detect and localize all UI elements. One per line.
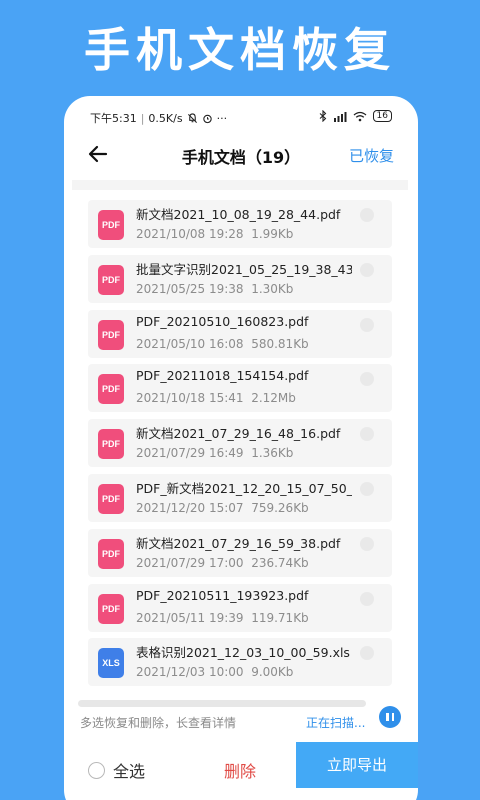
battery-icon: 16	[372, 110, 392, 122]
file-name: PDF_20211018_154154.pdf	[136, 368, 309, 384]
file-meta: 2021/05/11 19:39 119.71Kb	[136, 611, 309, 625]
network-speed: 0.5K/s	[148, 111, 183, 125]
select-radio[interactable]	[360, 481, 374, 496]
pdf-file-icon: PDF	[98, 264, 124, 295]
wifi-icon	[353, 111, 366, 121]
file-size: 236.74Kb	[251, 555, 309, 570]
banner-title: 手机文档恢复	[84, 23, 396, 77]
file-date: 2021/05/25 19:38	[136, 281, 244, 296]
scanning-status: 正在扫描...	[306, 716, 366, 730]
export-button[interactable]: 立即导出	[296, 742, 418, 788]
file-name: 新文档2021_07_29_16_48_16.pdf	[136, 426, 341, 442]
file-meta: 2021/05/25 19:38 1.30Kb	[136, 282, 293, 296]
app-bar: 手机文档（19） 已恢复	[64, 136, 418, 174]
more-dots-icon: ···	[216, 111, 228, 125]
select-radio[interactable]	[360, 591, 374, 606]
pdf-file-icon: PDF	[98, 538, 124, 569]
file-date: 2021/05/10 16:08	[136, 336, 244, 351]
file-row[interactable]: PDF PDF_20210511_193923.pdf 2021/05/11 1…	[88, 583, 392, 632]
file-meta: 2021/10/08 19:28 1.99Kb	[136, 227, 293, 241]
pdf-file-icon: PDF	[98, 210, 124, 240]
recovered-link[interactable]: 已恢复	[349, 145, 394, 166]
file-row[interactable]: PDF PDF_20211018_154154.pdf 2021/10/18 1…	[88, 364, 392, 413]
file-size: 759.26Kb	[251, 500, 309, 515]
select-radio[interactable]	[360, 372, 374, 387]
file-name: 新文档2021_07_29_16_59_38.pdf	[136, 535, 341, 551]
pdf-file-icon: PDF	[98, 319, 124, 350]
file-size: 1.30Kb	[251, 281, 294, 296]
file-date: 2021/05/11 19:39	[136, 610, 244, 625]
file-size: 1.99Kb	[251, 227, 294, 241]
phone-screen: 下午5:31 | 0.5K/s ··· 16 手机文档（19） 已恢复 PDF …	[64, 96, 418, 800]
select-all-toggle[interactable]: 全选	[88, 758, 145, 782]
file-size: 119.71Kb	[251, 610, 309, 625]
file-name: 批量文字识别2021_05_25_19_38_43....	[136, 261, 352, 277]
pdf-file-icon: PDF	[98, 429, 124, 460]
alarm-icon	[202, 114, 212, 123]
section-divider	[72, 180, 408, 190]
file-name: 新文档2021_10_08_19_28_44.pdf	[136, 207, 341, 222]
bluetooth-icon	[319, 110, 326, 122]
hint-text: 多选恢复和删除，长查看详情	[80, 716, 237, 730]
file-size: 580.81Kb	[251, 336, 309, 351]
select-radio[interactable]	[360, 262, 374, 277]
file-size: 9.00Kb	[251, 665, 294, 680]
select-all-radio[interactable]	[88, 761, 105, 779]
file-date: 2021/10/08 19:28	[136, 227, 244, 241]
status-time: 下午5:31	[90, 112, 137, 125]
bottom-action-bar: 全选 删除 立即导出	[64, 742, 418, 800]
delete-button[interactable]: 删除	[224, 758, 256, 782]
select-radio[interactable]	[360, 208, 374, 222]
select-radio[interactable]	[360, 536, 374, 551]
file-date: 2021/10/18 15:41	[136, 391, 244, 406]
file-size: 1.36Kb	[251, 446, 294, 461]
pdf-file-icon: PDF	[98, 483, 124, 514]
file-date: 2021/12/03 10:00	[136, 665, 244, 680]
pdf-file-icon: PDF	[98, 374, 124, 405]
file-row[interactable]: PDF 新文档2021_10_08_19_28_44.pdf 2021/10/0…	[88, 200, 392, 248]
select-radio[interactable]	[360, 427, 374, 442]
select-all-label: 全选	[113, 762, 146, 781]
file-meta: 2021/05/10 16:08 580.81Kb	[136, 337, 309, 351]
status-bar: 下午5:31 | 0.5K/s ··· 16	[64, 106, 418, 128]
file-meta: 2021/10/18 15:41 2.12Mb	[136, 391, 296, 405]
file-name: PDF_20210511_193923.pdf	[136, 587, 309, 603]
file-date: 2021/12/20 15:07	[136, 500, 244, 515]
file-meta: 2021/07/29 17:00 236.74Kb	[136, 556, 309, 570]
status-divider: |	[140, 111, 145, 125]
file-size: 2.12Mb	[251, 391, 296, 406]
file-row[interactable]: PDF 批量文字识别2021_05_25_19_38_43.... 2021/0…	[88, 254, 392, 303]
pdf-file-icon: PDF	[98, 593, 124, 624]
file-list: PDF 新文档2021_10_08_19_28_44.pdf 2021/10/0…	[88, 200, 392, 693]
signal-icon	[333, 111, 347, 122]
pause-icon[interactable]	[379, 706, 401, 728]
file-name: PDF_新文档2021_12_20_15_07_50_2...	[136, 480, 352, 496]
file-date: 2021/07/29 17:00	[136, 555, 244, 570]
select-radio[interactable]	[360, 646, 374, 661]
file-row[interactable]: XLS 表格识别2021_12_03_10_00_59.xls 2021/12/…	[88, 638, 392, 687]
file-row[interactable]: PDF 新文档2021_07_29_16_48_16.pdf 2021/07/2…	[88, 419, 392, 468]
scan-progress-bar	[78, 700, 366, 707]
file-name: PDF_20210510_160823.pdf	[136, 313, 309, 329]
file-meta: 2021/12/03 10:00 9.00Kb	[136, 665, 293, 679]
file-row[interactable]: PDF PDF_20210510_160823.pdf 2021/05/10 1…	[88, 309, 392, 358]
select-radio[interactable]	[360, 317, 374, 332]
xls-file-icon: XLS	[98, 648, 124, 679]
silent-bell-icon	[187, 112, 197, 123]
file-row[interactable]: PDF PDF_新文档2021_12_20_15_07_50_2... 2021…	[88, 473, 392, 522]
file-date: 2021/07/29 16:49	[136, 446, 244, 461]
file-meta: 2021/07/29 16:49 1.36Kb	[136, 446, 293, 460]
file-meta: 2021/12/20 15:07 759.26Kb	[136, 501, 309, 515]
file-row[interactable]: PDF 新文档2021_07_29_16_59_38.pdf 2021/07/2…	[88, 528, 392, 577]
file-name: 表格识别2021_12_03_10_00_59.xls	[136, 645, 350, 661]
